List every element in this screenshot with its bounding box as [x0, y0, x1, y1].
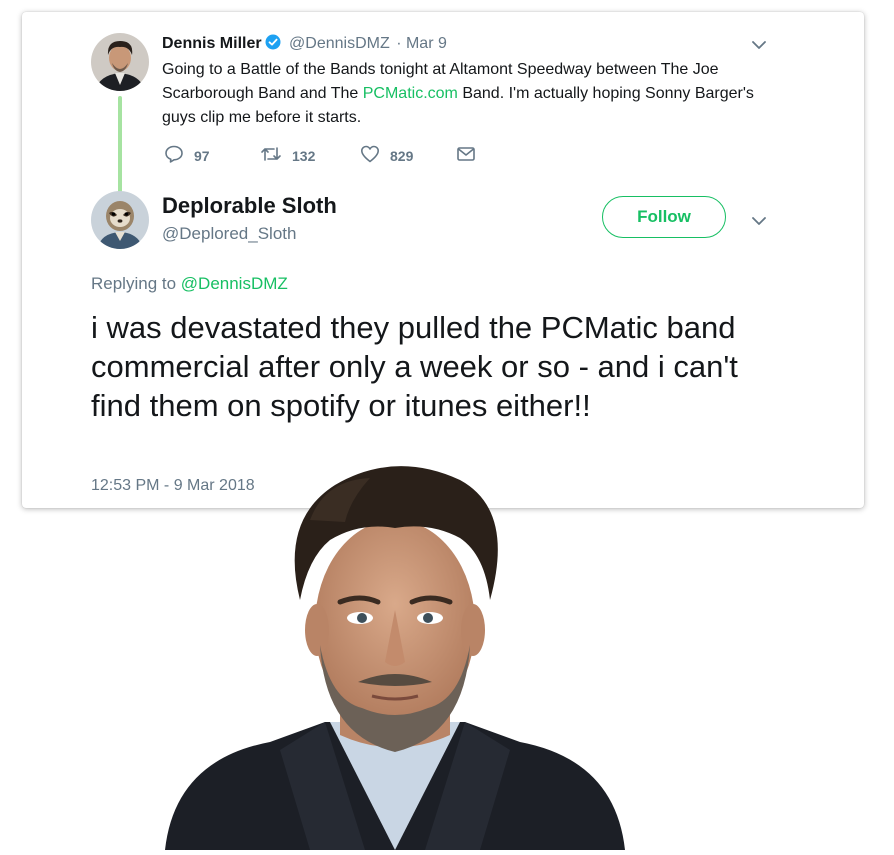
- like-button[interactable]: 829: [360, 144, 413, 167]
- replying-to-line: Replying to @DennisDMZ: [91, 274, 288, 294]
- reply-count: 97: [194, 147, 210, 164]
- direct-message-icon: [456, 144, 476, 167]
- tweet2-text: i was devastated they pulled the PCMatic…: [91, 310, 738, 423]
- reply-button[interactable]: 97: [164, 144, 210, 167]
- man-photo: [160, 460, 630, 850]
- direct-message-button[interactable]: [456, 144, 476, 167]
- replying-prefix: Replying to: [91, 274, 181, 293]
- tweet1-header: Dennis Miller @DennisDMZ · Mar 9: [162, 34, 447, 55]
- like-count: 829: [390, 147, 414, 164]
- thread-connector-line: [118, 96, 122, 196]
- follow-button[interactable]: Follow: [602, 196, 726, 238]
- verified-badge-icon: [265, 34, 281, 55]
- retweet-button[interactable]: 132: [260, 144, 315, 167]
- retweet-count: 132: [292, 147, 316, 164]
- tweet1-text: Going to a Battle of the Bands tonight a…: [162, 58, 762, 130]
- pcmatic-link[interactable]: PCMatic.com: [363, 85, 458, 102]
- deplorable-sloth-avatar[interactable]: [91, 191, 149, 249]
- tweet-card: Dennis Miller @DennisDMZ · Mar 9 Going t…: [22, 12, 864, 508]
- chevron-down-icon[interactable]: [750, 212, 768, 235]
- replying-to-handle[interactable]: @DennisDMZ: [181, 274, 288, 293]
- retweet-icon: [260, 144, 282, 167]
- chevron-down-icon[interactable]: [750, 36, 768, 59]
- tweet1-date[interactable]: · Mar 9: [396, 35, 447, 52]
- tweet1-author-name[interactable]: Dennis Miller: [162, 35, 262, 52]
- tweet1-handle[interactable]: @DennisDMZ: [289, 35, 390, 52]
- reply-icon: [164, 144, 184, 167]
- tweet2-handle[interactable]: @Deplored_Sloth: [162, 224, 296, 244]
- like-icon: [360, 144, 380, 167]
- tweet2-author-name[interactable]: Deplorable Sloth: [162, 193, 337, 219]
- dennis-miller-avatar[interactable]: [91, 33, 149, 91]
